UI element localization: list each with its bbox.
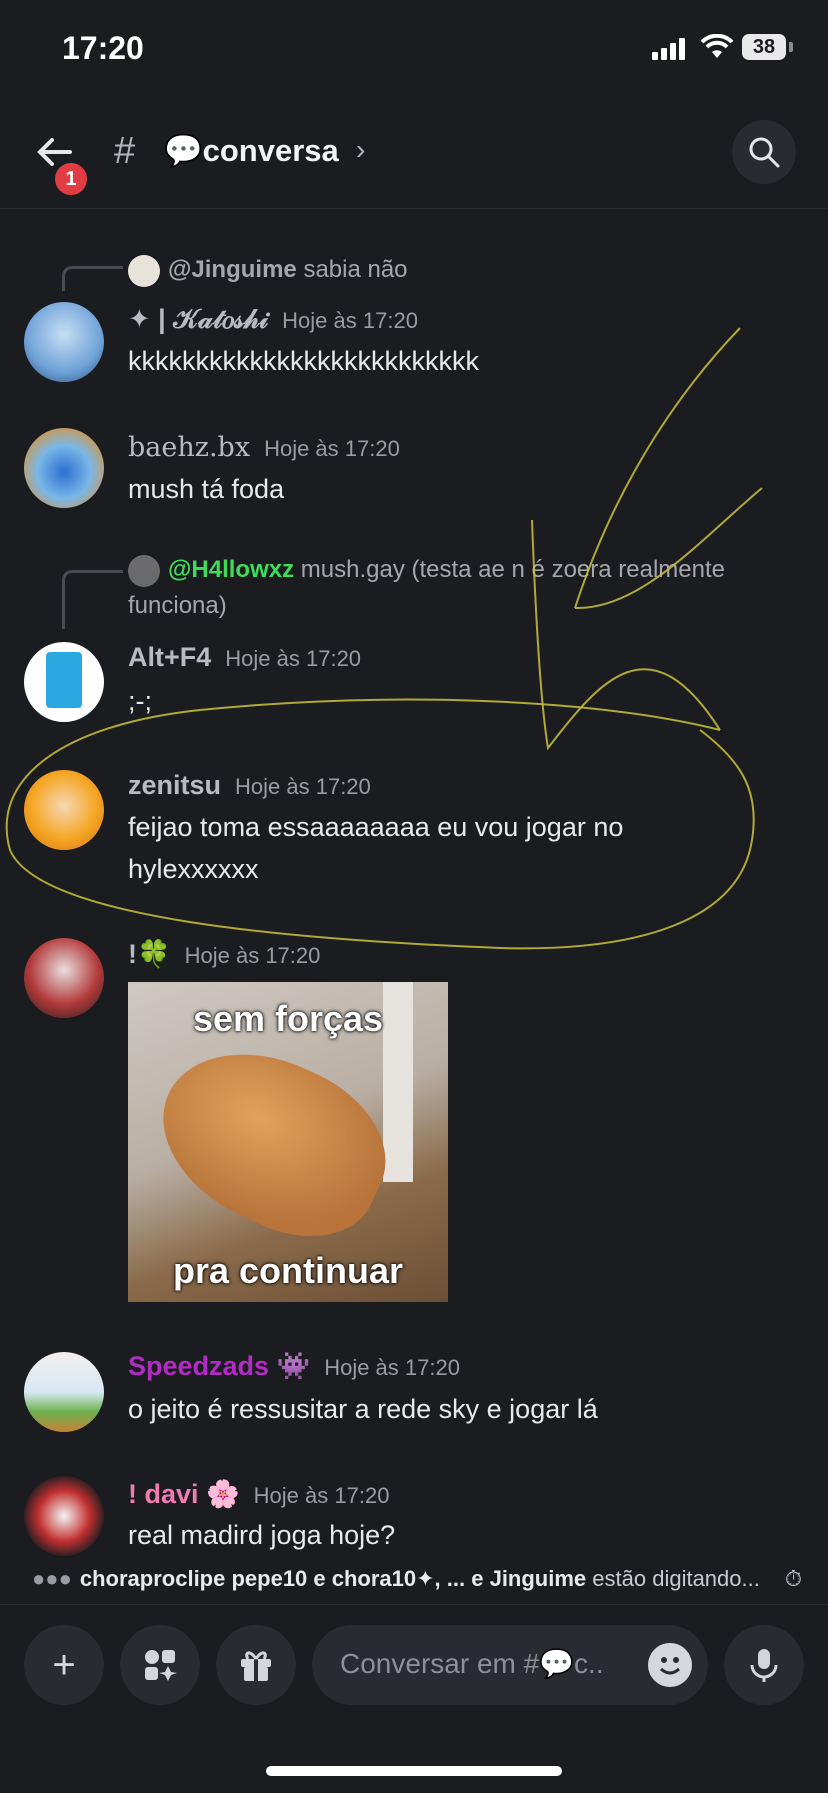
message-username[interactable]: baehz.bx Hoje às 17:20 bbox=[128, 432, 400, 463]
chevron-right-icon[interactable]: › bbox=[356, 134, 365, 166]
wifi-icon bbox=[700, 34, 734, 58]
reply-avatar bbox=[128, 554, 160, 587]
reply-preview[interactable]: @Jinguime sabia não bbox=[128, 252, 808, 288]
message-timestamp: Hoje às 17:20 bbox=[225, 646, 362, 671]
message-timestamp: Hoje às 17:20 bbox=[282, 308, 418, 333]
gift-button[interactable] bbox=[216, 1625, 296, 1705]
username-label: ! davi bbox=[128, 1479, 199, 1509]
channel-header: 1 # 💬conversa › bbox=[0, 100, 828, 209]
reply-text: sabia não bbox=[303, 256, 408, 283]
meme-top-text: sem forças bbox=[192, 998, 384, 1039]
avatar[interactable] bbox=[24, 428, 104, 508]
signal-icon bbox=[652, 38, 688, 60]
message-text: real madird joga hoje? bbox=[128, 1520, 396, 1550]
apps-button[interactable] bbox=[120, 1625, 200, 1705]
clock: 17:20 bbox=[62, 30, 144, 66]
message-text: kkkkkkkkkkkkkkkkkkkkkkkkkk bbox=[128, 346, 479, 376]
reply-connector bbox=[62, 570, 123, 629]
plus-icon: + bbox=[52, 1643, 76, 1687]
status-bar: 17:20 38 bbox=[0, 0, 828, 100]
message-username[interactable]: Speedzads 👾 Hoje às 17:20 bbox=[128, 1350, 460, 1382]
message-username[interactable]: Alt+F4 Hoje às 17:20 bbox=[128, 642, 361, 673]
voice-message-button[interactable] bbox=[724, 1625, 804, 1705]
username-label: zenitsu bbox=[128, 770, 222, 800]
message-username[interactable]: zenitsu Hoje às 17:20 bbox=[128, 770, 371, 801]
avatar[interactable] bbox=[24, 1352, 104, 1432]
cat-figure bbox=[134, 1020, 412, 1264]
channel-name[interactable]: 💬conversa bbox=[164, 132, 339, 169]
gift-icon bbox=[241, 1651, 271, 1681]
avatar[interactable] bbox=[24, 1476, 104, 1556]
message-timestamp: Hoje às 17:20 bbox=[253, 1483, 390, 1508]
message-timestamp: Hoje às 17:20 bbox=[324, 1355, 460, 1380]
reply-preview[interactable]: @H4llowxz mush.gay (testa ae n é zoera r… bbox=[128, 552, 808, 624]
unread-badge: 1 bbox=[52, 160, 90, 198]
username-label: !🍀 bbox=[128, 939, 171, 969]
typing-dots-icon: ●●● bbox=[32, 1566, 72, 1591]
role-badge-icon: 👾 bbox=[276, 1351, 311, 1381]
message-username[interactable]: !🍀 Hoje às 17:20 bbox=[128, 938, 320, 970]
message-text: o jeito é ressusitar a rede sky e jogar … bbox=[128, 1394, 598, 1424]
reply-avatar bbox=[128, 254, 160, 287]
meme-image[interactable]: sem forças pra continuar bbox=[128, 982, 448, 1302]
username-label: ✦ | 𝒦𝒶𝓉𝑜𝓈𝒽𝒾 bbox=[128, 304, 269, 334]
message-text: ;-; bbox=[128, 686, 152, 716]
message-text: feijao toma essaaaaaaaa eu vou jogar no … bbox=[128, 812, 624, 884]
search-icon bbox=[749, 137, 780, 168]
username-label: Speedzads bbox=[128, 1351, 270, 1381]
message-text: mush tá foda bbox=[128, 474, 285, 504]
add-attachment-button[interactable]: + bbox=[24, 1625, 104, 1705]
reply-connector bbox=[62, 266, 123, 291]
message-timestamp: Hoje às 17:20 bbox=[184, 943, 321, 968]
battery-indicator: 38 bbox=[742, 34, 786, 60]
battery-nub bbox=[789, 42, 793, 52]
microphone-icon bbox=[750, 1649, 778, 1682]
message-username[interactable]: ✦ | 𝒦𝒶𝓉𝑜𝓈𝒽𝒾 Hoje às 17:20 bbox=[128, 304, 418, 336]
reply-username: @H4llowxz bbox=[168, 556, 295, 583]
message-timestamp: Hoje às 17:20 bbox=[235, 774, 371, 799]
composer-bar: + Conversar em #💬c.. bbox=[0, 1604, 828, 1793]
avatar[interactable] bbox=[24, 938, 104, 1018]
typing-suffix: estão digitando... bbox=[592, 1566, 760, 1591]
reply-username: @Jinguime bbox=[168, 256, 297, 283]
role-badge-icon: 🌸 bbox=[206, 1479, 240, 1509]
username-label: baehz.bx bbox=[128, 432, 251, 463]
avatar[interactable] bbox=[24, 642, 104, 722]
avatar[interactable] bbox=[24, 302, 104, 382]
typing-indicator: ●●● choraproclipe pepe10 e chora10✦, ... … bbox=[32, 1566, 802, 1592]
apps-icon bbox=[145, 1650, 177, 1681]
home-indicator bbox=[266, 1766, 562, 1776]
username-label: Alt+F4 bbox=[128, 642, 212, 672]
typing-names: choraproclipe pepe10 e chora10✦, ... e J… bbox=[79, 1566, 587, 1591]
slowmode-timer-icon: ⏱ bbox=[784, 1566, 802, 1591]
message-input[interactable]: Conversar em #💬c.. bbox=[312, 1625, 708, 1705]
meme-bottom-text: pra continuar bbox=[172, 1250, 404, 1291]
channel-hash-icon: # bbox=[114, 130, 136, 172]
search-button[interactable] bbox=[732, 120, 796, 184]
message-timestamp: Hoje às 17:20 bbox=[264, 436, 400, 461]
avatar[interactable] bbox=[24, 770, 104, 850]
emoji-picker-icon[interactable] bbox=[648, 1643, 692, 1687]
message-username[interactable]: ! davi 🌸 Hoje às 17:20 bbox=[128, 1478, 389, 1510]
message-input-placeholder: Conversar em #💬c.. bbox=[340, 1648, 604, 1679]
